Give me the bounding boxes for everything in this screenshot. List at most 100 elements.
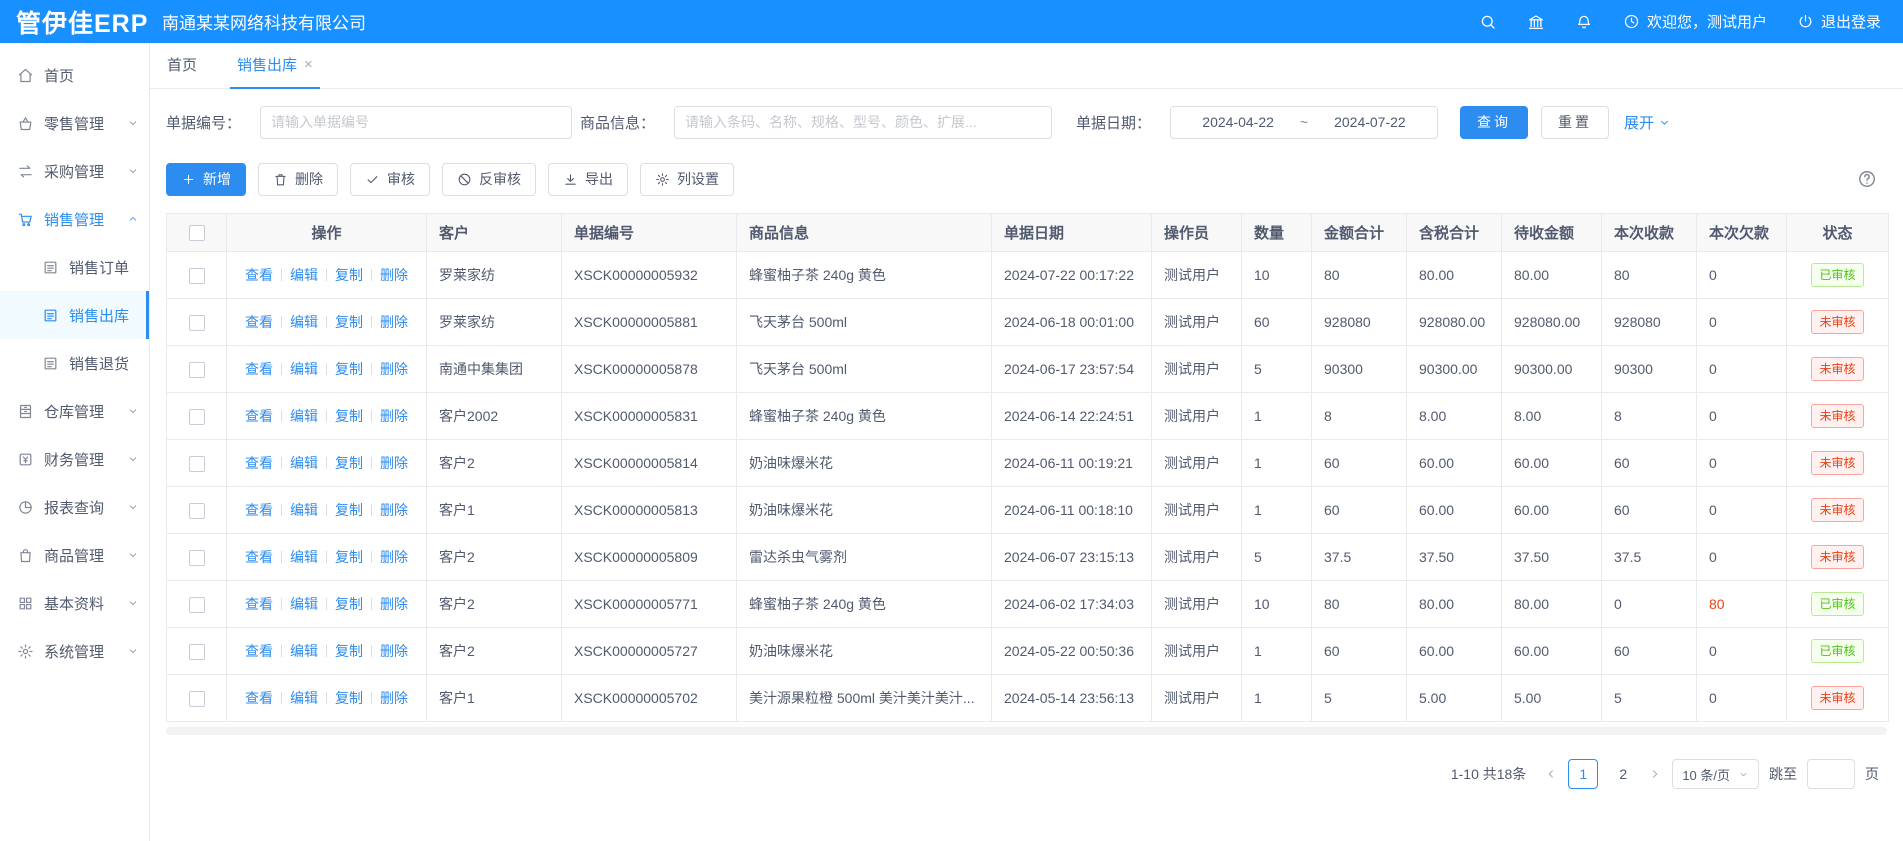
- bank-icon[interactable]: [1527, 13, 1545, 31]
- sidebar-item-report[interactable]: 报表查询: [0, 483, 149, 531]
- sidebar-item-purchase[interactable]: 采购管理: [0, 147, 149, 195]
- view-link[interactable]: 查看: [245, 690, 273, 706]
- question-circle-icon[interactable]: [1857, 169, 1877, 189]
- edit-link[interactable]: 编辑: [290, 314, 318, 330]
- tab-home[interactable]: 首页: [164, 54, 200, 88]
- row-checkbox[interactable]: [189, 315, 205, 331]
- horizontal-scrollbar[interactable]: [166, 727, 1887, 735]
- columns-button[interactable]: 列设置: [640, 163, 734, 196]
- row-checkbox[interactable]: [189, 362, 205, 378]
- delete-link[interactable]: 删除: [380, 549, 408, 565]
- delete-link[interactable]: 删除: [380, 643, 408, 659]
- copy-link[interactable]: 复制: [335, 361, 363, 377]
- copy-link[interactable]: 复制: [335, 502, 363, 518]
- row-actions-cell: 查看 编辑 复制 删除: [227, 534, 427, 581]
- welcome-user[interactable]: 欢迎您，测试用户: [1623, 11, 1767, 32]
- row-checkbox[interactable]: [189, 409, 205, 425]
- edit-link[interactable]: 编辑: [290, 549, 318, 565]
- delete-link[interactable]: 删除: [380, 314, 408, 330]
- product-info-input[interactable]: [674, 106, 1052, 139]
- action-separator: [281, 645, 282, 657]
- row-checkbox[interactable]: [189, 550, 205, 566]
- row-checkbox[interactable]: [189, 456, 205, 472]
- prev-page-button[interactable]: [1544, 767, 1558, 781]
- edit-link[interactable]: 编辑: [290, 690, 318, 706]
- bell-icon[interactable]: [1575, 13, 1593, 31]
- logout-button[interactable]: 退出登录: [1797, 11, 1881, 32]
- delete-link[interactable]: 删除: [380, 267, 408, 283]
- view-link[interactable]: 查看: [245, 361, 273, 377]
- sidebar-item-sales-order[interactable]: 销售订单: [0, 243, 149, 291]
- date-start-value[interactable]: 2024-04-22: [1202, 114, 1274, 130]
- add-button[interactable]: 新增: [166, 163, 246, 196]
- copy-link[interactable]: 复制: [335, 408, 363, 424]
- view-link[interactable]: 查看: [245, 643, 273, 659]
- copy-link[interactable]: 复制: [335, 314, 363, 330]
- edit-link[interactable]: 编辑: [290, 267, 318, 283]
- date-end-value[interactable]: 2024-07-22: [1334, 114, 1406, 130]
- row-checkbox[interactable]: [189, 503, 205, 519]
- sidebar-item-sales-return[interactable]: 销售退货: [0, 339, 149, 387]
- sidebar-item-finance[interactable]: 财务管理: [0, 435, 149, 483]
- view-link[interactable]: 查看: [245, 549, 273, 565]
- page-number-1[interactable]: 1: [1568, 759, 1598, 789]
- bill-no-input[interactable]: [260, 106, 572, 139]
- unaudit-button[interactable]: 反审核: [442, 163, 536, 196]
- jump-page-input[interactable]: [1807, 759, 1855, 789]
- edit-link[interactable]: 编辑: [290, 361, 318, 377]
- copy-link[interactable]: 复制: [335, 267, 363, 283]
- edit-link[interactable]: 编辑: [290, 408, 318, 424]
- sidebar-item-retail[interactable]: 零售管理: [0, 99, 149, 147]
- sidebar-item-sales-outbound[interactable]: 销售出库: [0, 291, 149, 339]
- copy-link[interactable]: 复制: [335, 643, 363, 659]
- sidebar-item-basic[interactable]: 基本资料: [0, 579, 149, 627]
- copy-link[interactable]: 复制: [335, 690, 363, 706]
- copy-link[interactable]: 复制: [335, 455, 363, 471]
- received-cell: 80: [1602, 252, 1697, 299]
- edit-link[interactable]: 编辑: [290, 596, 318, 612]
- tab-sales-outbound[interactable]: 销售出库×: [234, 54, 316, 88]
- delete-button[interactable]: 删除: [258, 163, 338, 196]
- close-icon[interactable]: ×: [304, 57, 313, 72]
- delete-link[interactable]: 删除: [380, 408, 408, 424]
- row-checkbox[interactable]: [189, 268, 205, 284]
- delete-link[interactable]: 删除: [380, 596, 408, 612]
- select-all-checkbox[interactable]: [189, 225, 205, 241]
- copy-link[interactable]: 复制: [335, 549, 363, 565]
- view-link[interactable]: 查看: [245, 455, 273, 471]
- row-checkbox[interactable]: [189, 691, 205, 707]
- page-number-2[interactable]: 2: [1608, 759, 1638, 789]
- expand-link[interactable]: 展开: [1624, 112, 1671, 133]
- sidebar-item-label: 零售管理: [44, 113, 104, 134]
- export-button[interactable]: 导出: [548, 163, 628, 196]
- sidebar-item-home[interactable]: 首页: [0, 51, 149, 99]
- sidebar-item-warehouse[interactable]: 仓库管理: [0, 387, 149, 435]
- view-link[interactable]: 查看: [245, 502, 273, 518]
- edit-link[interactable]: 编辑: [290, 643, 318, 659]
- date-range-picker[interactable]: 2024-04-22 ~ 2024-07-22: [1170, 106, 1438, 139]
- audit-button[interactable]: 审核: [350, 163, 430, 196]
- row-checkbox[interactable]: [189, 597, 205, 613]
- status-badge: 未审核: [1811, 404, 1863, 428]
- search-button[interactable]: 查询: [1460, 106, 1528, 139]
- table-header-row: 操作客户单据编号商品信息单据日期操作员数量金额合计含税合计待收金额本次收款本次欠…: [167, 214, 1889, 252]
- delete-link[interactable]: 删除: [380, 690, 408, 706]
- sidebar-item-system[interactable]: 系统管理: [0, 627, 149, 675]
- view-link[interactable]: 查看: [245, 408, 273, 424]
- search-icon[interactable]: [1479, 13, 1497, 31]
- next-page-button[interactable]: [1648, 767, 1662, 781]
- view-link[interactable]: 查看: [245, 267, 273, 283]
- delete-link[interactable]: 删除: [380, 361, 408, 377]
- delete-link[interactable]: 删除: [380, 455, 408, 471]
- edit-link[interactable]: 编辑: [290, 502, 318, 518]
- sidebar-item-product[interactable]: 商品管理: [0, 531, 149, 579]
- row-checkbox[interactable]: [189, 644, 205, 660]
- copy-link[interactable]: 复制: [335, 596, 363, 612]
- reset-button[interactable]: 重置: [1541, 106, 1609, 139]
- sidebar-item-sales[interactable]: 销售管理: [0, 195, 149, 243]
- page-size-select[interactable]: 10 条/页: [1672, 759, 1759, 789]
- delete-link[interactable]: 删除: [380, 502, 408, 518]
- edit-link[interactable]: 编辑: [290, 455, 318, 471]
- view-link[interactable]: 查看: [245, 596, 273, 612]
- view-link[interactable]: 查看: [245, 314, 273, 330]
